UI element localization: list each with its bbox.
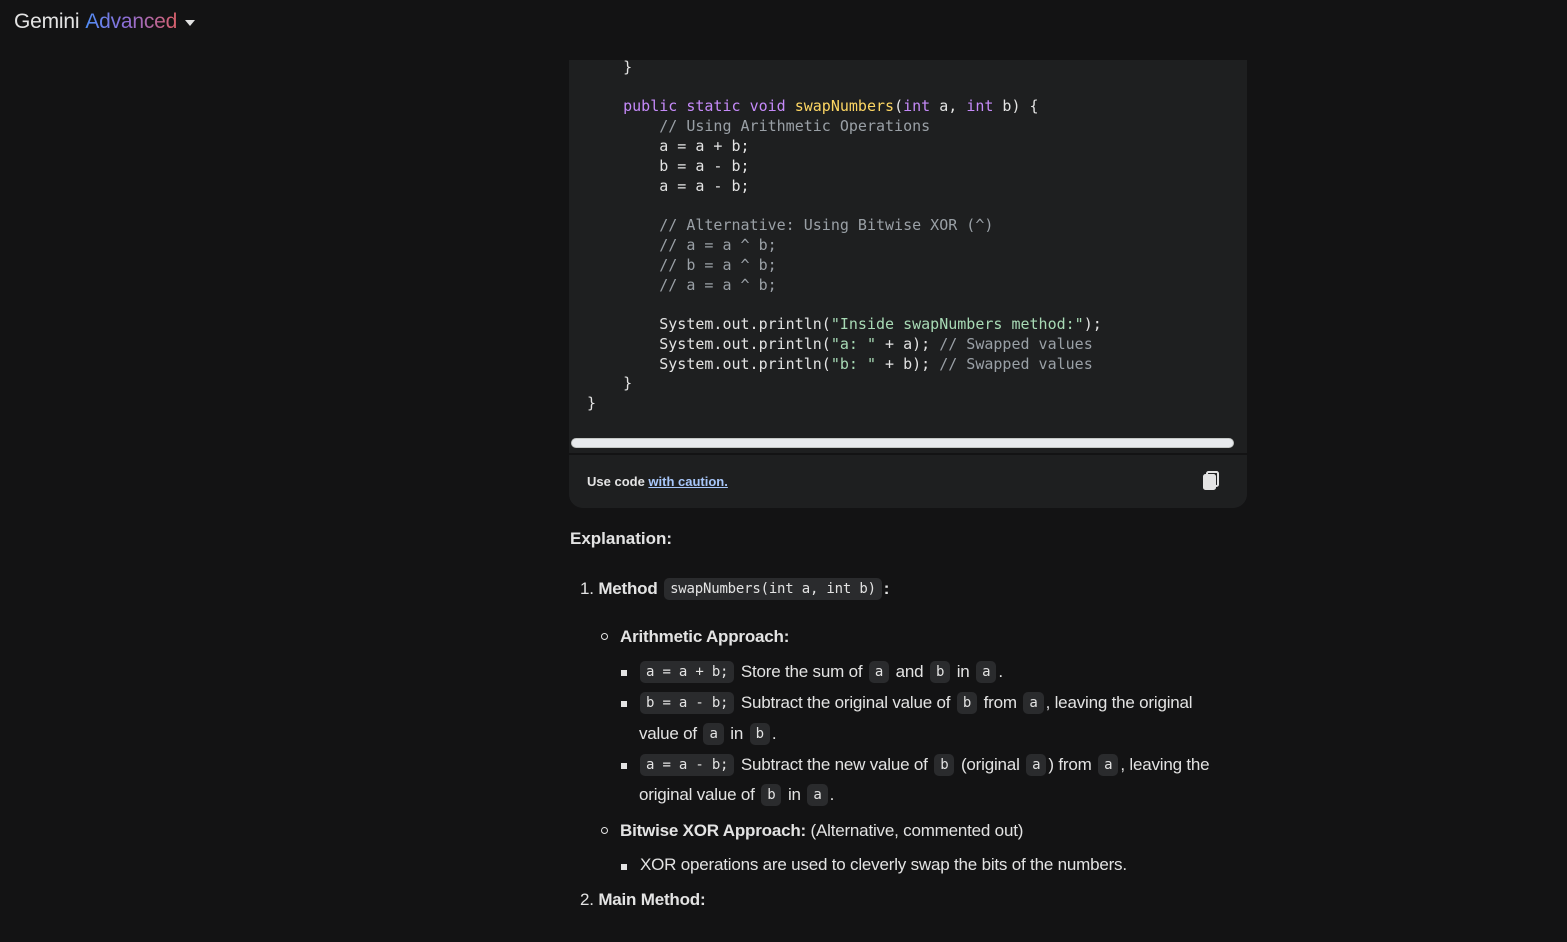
code-line: a = a + b; (587, 137, 750, 155)
text: . (998, 662, 1003, 681)
chevron-down-icon (185, 20, 196, 26)
inline-code: a (1023, 692, 1044, 714)
code-line: } (587, 60, 633, 76)
list-item-continued: original value of b in a. (639, 784, 834, 806)
inline-code: b = a - b; (640, 692, 735, 714)
code-line: } (587, 394, 597, 412)
code-line: // a = a ^ b; (659, 276, 777, 294)
list-item: a = a - b; Subtract the new value of b (… (638, 754, 1210, 776)
inline-code: a (1026, 754, 1047, 776)
text: original value of (639, 785, 755, 804)
code-footer: Use code with caution. (569, 453, 1247, 508)
list-label: Main Method: (598, 890, 706, 909)
caution-text: Use code with caution. (587, 474, 728, 489)
inline-code: swapNumbers(int a, int b) (664, 578, 882, 600)
text: Store the sum of (740, 662, 863, 681)
caution-link[interactable]: with caution. (648, 474, 727, 489)
inline-code: b (761, 784, 782, 806)
text: . (829, 785, 835, 804)
list-item-method: 1. Method swapNumbers(int a, int b): (580, 578, 889, 600)
list-item-main-method: 2. Main Method: (580, 890, 706, 910)
inline-code: a (976, 661, 997, 683)
square-bullet (621, 864, 627, 870)
inline-code: a = a - b; (640, 754, 735, 776)
text: and (895, 662, 924, 681)
text: . (771, 724, 777, 743)
tier-name: Advanced (85, 10, 178, 33)
square-bullet (621, 763, 627, 769)
text: Subtract the original value of (740, 693, 951, 712)
xor-approach-label: Bitwise XOR Approach: (620, 821, 806, 840)
explanation-heading: Explanation: (570, 529, 673, 548)
scrollbar-thumb[interactable] (571, 438, 1234, 448)
code-line: // a = a ^ b; (659, 236, 777, 254)
caution-prefix: Use code (587, 474, 649, 489)
inline-code: a (807, 784, 828, 806)
code-line: public static void swapNumbers(int a, in… (623, 97, 1039, 115)
code-area: } public static void swapNumbers(int a, … (569, 60, 1247, 450)
list-item: b = a - b; Subtract the original value o… (638, 692, 1193, 714)
text: , leaving the (1120, 755, 1210, 774)
list-colon: : (883, 579, 890, 598)
text: from (983, 693, 1017, 712)
xor-approach-item: Bitwise XOR Approach: (Alternative, comm… (620, 821, 1023, 841)
inline-code: b (749, 723, 770, 745)
code-line: // Alternative: Using Bitwise XOR (^) (659, 216, 994, 234)
text: ) from (1048, 755, 1092, 774)
code-block: } public static void swapNumbers(int a, … (569, 60, 1247, 508)
text: Subtract the new value of (740, 755, 928, 774)
list-item: a = a + b; Store the sum of a and b in a… (638, 661, 1003, 683)
inline-code: b (934, 754, 955, 776)
code-line: b = a - b; (587, 157, 750, 175)
text: (original (960, 755, 1020, 774)
code-line: a = a - b; (587, 177, 750, 195)
code-line: // Using Arithmetic Operations (659, 117, 931, 135)
inline-code: b (929, 661, 951, 683)
list-item-continued: value of a in b. (639, 723, 777, 745)
horizontal-scrollbar[interactable] (571, 438, 1234, 448)
code-line: } (587, 374, 633, 392)
code-line: // b = a ^ b; (659, 256, 777, 274)
circle-bullet (601, 633, 608, 640)
list-number: 1. (580, 579, 594, 598)
text: , leaving the original (1045, 693, 1193, 712)
copy-icon (1203, 471, 1219, 490)
arithmetic-approach-label: Arithmetic Approach: (620, 627, 790, 646)
square-bullet (621, 670, 627, 676)
model-switcher[interactable]: Gemini Advanced (14, 8, 196, 36)
code-line: System.out.println("Inside swapNumbers m… (587, 315, 1102, 333)
inline-code: a (868, 661, 890, 683)
code-line: System.out.println("b: " + b); // Swappe… (587, 355, 1093, 373)
text: value of (639, 724, 697, 743)
square-bullet (621, 701, 627, 707)
text: in (787, 785, 801, 804)
xor-bullet: XOR operations are used to cleverly swap… (640, 855, 1127, 874)
copy-code-button[interactable] (1201, 469, 1223, 493)
list-label: Method (598, 579, 658, 598)
list-number: 2. (580, 890, 594, 909)
code-line: System.out.println("a: " + a); // Swappe… (587, 335, 1093, 353)
text: in (956, 662, 970, 681)
brand-name: Gemini (14, 10, 80, 33)
inline-code: a (1098, 754, 1119, 776)
inline-code: b (956, 692, 978, 714)
inline-code: a = a + b; (640, 661, 735, 683)
inline-code: a (703, 723, 724, 745)
circle-bullet (601, 827, 608, 834)
text: in (730, 724, 744, 743)
xor-approach-note: (Alternative, commented out) (810, 821, 1024, 840)
